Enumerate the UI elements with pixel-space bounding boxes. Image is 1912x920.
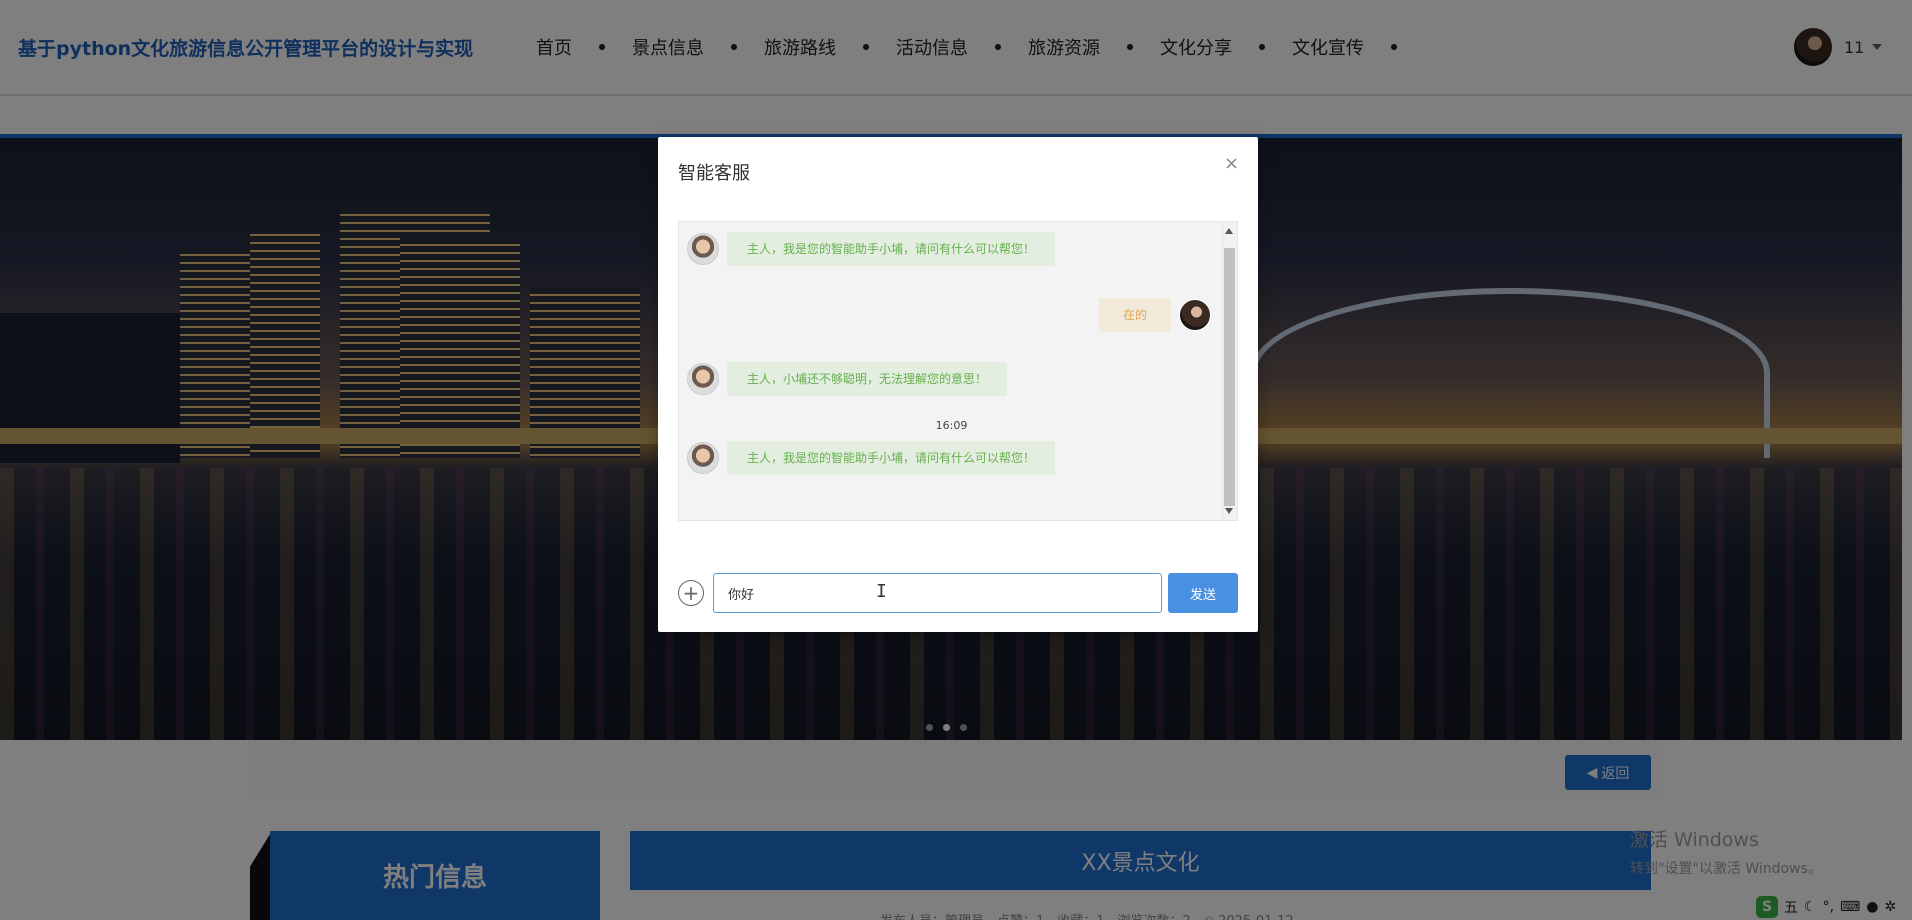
bot-avatar <box>687 233 719 265</box>
user-bubble: 在的 <box>1099 298 1172 332</box>
bot-bubble: 主人，我是您的智能助手小埔，请问有什么可以帮您！ <box>727 441 1056 475</box>
text-cursor-icon: I <box>876 581 887 602</box>
bot-avatar <box>687 363 719 395</box>
chat-scrollbar[interactable] <box>1222 222 1237 520</box>
plus-circle-icon[interactable]: + <box>678 580 704 606</box>
chat-message-bot: 主人，小埔还不够聪明，无法理解您的意思！ <box>687 362 1008 396</box>
dialog-title: 智能客服 <box>678 163 750 184</box>
bot-bubble: 主人，小埔还不够聪明，无法理解您的意思！ <box>727 362 1008 396</box>
chat-message-bot: 主人，我是您的智能助手小埔，请问有什么可以帮您！ <box>687 232 1056 266</box>
chat-message-user: 在的 <box>1099 298 1212 332</box>
scrollbar-thumb[interactable] <box>1224 248 1235 506</box>
message-timestamp: 16:09 <box>935 419 968 432</box>
close-icon[interactable]: × <box>1224 153 1239 174</box>
scroll-up-icon[interactable] <box>1225 228 1233 234</box>
bot-avatar <box>687 442 719 474</box>
chat-message-bot: 主人，我是您的智能助手小埔，请问有什么可以帮您！ <box>687 441 1056 475</box>
chat-messages[interactable]: 主人，我是您的智能助手小埔，请问有什么可以帮您！ 在的 主人，小埔还不够聪明，无… <box>678 221 1238 521</box>
user-chat-avatar <box>1179 299 1212 331</box>
send-button[interactable]: 发送 <box>1168 573 1238 613</box>
scroll-down-icon[interactable] <box>1225 508 1233 514</box>
chat-input[interactable] <box>713 573 1162 613</box>
chat-dialog: 智能客服 × 主人，我是您的智能助手小埔，请问有什么可以帮您！ 在的 主人，小埔… <box>658 137 1258 632</box>
bot-bubble: 主人，我是您的智能助手小埔，请问有什么可以帮您！ <box>727 232 1056 266</box>
